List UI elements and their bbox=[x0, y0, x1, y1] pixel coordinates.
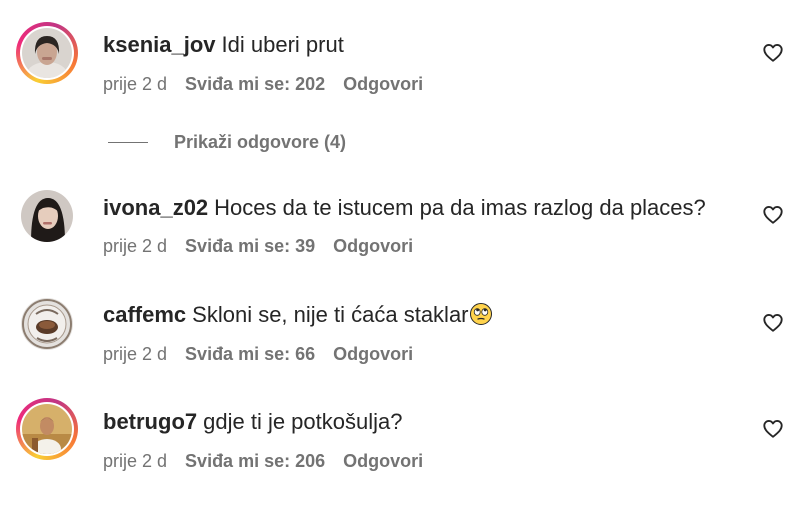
heart-icon[interactable] bbox=[762, 312, 784, 334]
comment-meta: prije 2 d Sviđa mi se: 39 Odgovori bbox=[103, 235, 431, 257]
avatar-image bbox=[21, 298, 73, 350]
comment-text: gdje ti je potkošulja? bbox=[203, 409, 403, 434]
eye-roll-emoji-icon bbox=[469, 303, 492, 325]
comment-text: Idi uberi prut bbox=[221, 32, 344, 57]
view-replies-button[interactable]: Prikaži odgovore (4) bbox=[174, 132, 346, 153]
heart-icon[interactable] bbox=[762, 42, 784, 64]
avatar-image bbox=[21, 190, 73, 242]
avatar-story-ring[interactable] bbox=[16, 22, 78, 84]
avatar[interactable] bbox=[21, 190, 73, 242]
comment-username[interactable]: betrugo7 bbox=[103, 409, 197, 434]
avatar bbox=[22, 404, 72, 454]
comment-likes[interactable]: Sviđa mi se: 66 bbox=[185, 344, 315, 364]
comment-username[interactable]: caffemc bbox=[103, 302, 186, 327]
avatar-story-ring[interactable] bbox=[16, 398, 78, 460]
comment-time[interactable]: prije 2 d bbox=[103, 236, 167, 256]
comment-meta: prije 2 d Sviđa mi se: 202 Odgovori bbox=[103, 73, 441, 95]
avatar[interactable] bbox=[21, 298, 73, 350]
avatar-ring-gap bbox=[20, 402, 74, 456]
reply-button[interactable]: Odgovori bbox=[333, 236, 413, 256]
comment-body: betrugo7 gdje ti je potkošulja? bbox=[103, 409, 402, 435]
comment-time[interactable]: prije 2 d bbox=[103, 74, 167, 94]
reply-button[interactable]: Odgovori bbox=[343, 74, 423, 94]
comment-body: ivona_z02 Hoces da te istucem pa da imas … bbox=[103, 195, 706, 221]
comment-text: Skloni se, nije ti ćaća staklar bbox=[192, 302, 469, 327]
comment-text: Hoces da te istucem pa da imas razlog da… bbox=[214, 195, 706, 220]
reply-button[interactable]: Odgovori bbox=[333, 344, 413, 364]
comment-likes[interactable]: Sviđa mi se: 202 bbox=[185, 74, 325, 94]
comment-time[interactable]: prije 2 d bbox=[103, 344, 167, 364]
comment-time[interactable]: prije 2 d bbox=[103, 451, 167, 471]
view-replies[interactable]: Prikaži odgovore (4) bbox=[108, 129, 346, 155]
comment-username[interactable]: ivona_z02 bbox=[103, 195, 208, 220]
comment-username[interactable]: ksenia_jov bbox=[103, 32, 216, 57]
comment-likes[interactable]: Sviđa mi se: 39 bbox=[185, 236, 315, 256]
comment-likes[interactable]: Sviđa mi se: 206 bbox=[185, 451, 325, 471]
heart-icon[interactable] bbox=[762, 204, 784, 226]
comment-meta: prije 2 d Sviđa mi se: 66 Odgovori bbox=[103, 343, 431, 365]
reply-button[interactable]: Odgovori bbox=[343, 451, 423, 471]
avatar-ring-gap bbox=[20, 26, 74, 80]
heart-icon[interactable] bbox=[762, 418, 784, 440]
comment-body: caffemc Skloni se, nije ti ćaća staklar bbox=[103, 302, 493, 328]
comment-body: ksenia_jov Idi uberi prut bbox=[103, 32, 344, 58]
comment-meta: prije 2 d Sviđa mi se: 206 Odgovori bbox=[103, 450, 441, 472]
replies-divider bbox=[108, 141, 148, 143]
avatar bbox=[22, 28, 72, 78]
